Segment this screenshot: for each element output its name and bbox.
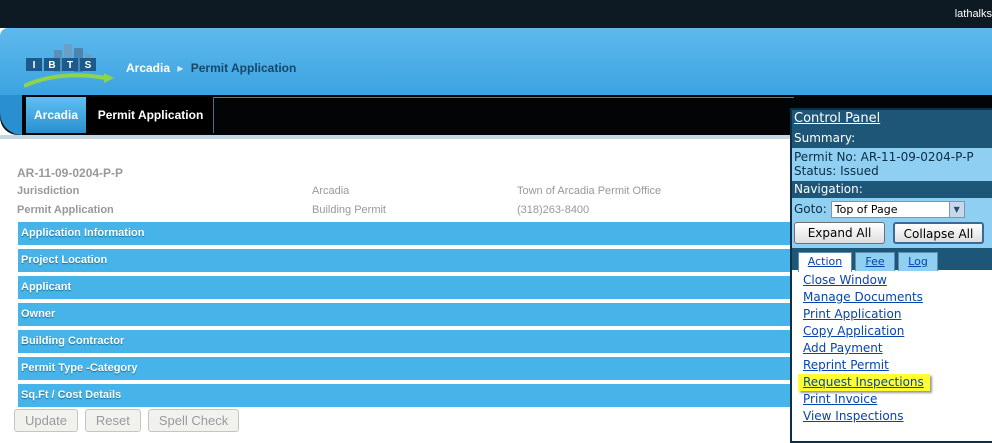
row-label: Jurisdiction: [17, 185, 80, 197]
breadcrumb-current: Permit Application: [190, 61, 297, 75]
control-panel-title[interactable]: Control Panel: [792, 110, 992, 128]
request-inspections-link[interactable]: Request Inspections: [798, 374, 930, 391]
spell-check-button[interactable]: Spell Check: [147, 409, 240, 432]
reprint-permit-link[interactable]: Reprint Permit: [803, 357, 992, 374]
section-application-information[interactable]: Application Information: [18, 222, 790, 245]
goto-select-value: Top of Page: [834, 202, 898, 216]
print-invoice-link[interactable]: Print Invoice: [803, 391, 992, 408]
row-value: Town of Arcadia Permit Office: [517, 185, 662, 197]
app-window: lathalks I B T S Arcadia ▸ Permit Applic…: [0, 0, 992, 443]
header: I B T S Arcadia ▸ Permit Application: [0, 28, 992, 98]
ibts-logo: I B T S: [24, 44, 114, 88]
logo-letter: T: [67, 60, 73, 71]
copy-application-link[interactable]: Copy Application: [803, 323, 992, 340]
permit-number: AR-11-09-0204-P-P: [17, 166, 124, 180]
goto-select[interactable]: Top of Page ▼: [830, 200, 965, 218]
row-value: Arcadia: [312, 185, 350, 197]
expand-all-button[interactable]: Expand All: [794, 222, 885, 244]
view-inspections-link[interactable]: View Inspections: [803, 408, 992, 425]
summary-body: Permit No: AR-11-09-0204-P-P Status: Iss…: [792, 148, 992, 181]
breadcrumb-root[interactable]: Arcadia: [126, 61, 170, 75]
collapse-all-button[interactable]: Collapse All: [893, 222, 984, 244]
control-panel: Control Panel Summary: Permit No: AR-11-…: [790, 108, 992, 443]
manage-documents-link[interactable]: Manage Documents: [803, 289, 992, 306]
control-panel-tabs: Action Fee Log: [792, 248, 992, 272]
chevron-down-icon[interactable]: ▼: [948, 201, 964, 217]
update-button[interactable]: Update: [14, 409, 78, 432]
goto-label: Goto:: [794, 202, 827, 216]
section-project-location[interactable]: Project Location: [18, 249, 790, 272]
section-permit-type-category[interactable]: Permit Type -Category: [18, 357, 790, 380]
print-application-link[interactable]: Print Application: [803, 306, 992, 323]
summary-status: Status: Issued: [794, 164, 879, 178]
section-list: Application Information Project Location…: [18, 222, 790, 411]
row-value: Building Permit: [312, 204, 386, 216]
tab-permit-application[interactable]: Permit Application: [88, 97, 214, 133]
divider: [214, 97, 794, 98]
goto-row: Goto: Top of Page ▼: [794, 200, 990, 218]
user-menu[interactable]: lathalks: [955, 8, 992, 20]
summary-permit-number: Permit No: AR-11-09-0204-P-P: [794, 150, 974, 164]
row-value: (318)263-8400: [517, 204, 590, 216]
section-sqft-cost-details[interactable]: Sq.Ft / Cost Details: [18, 384, 790, 407]
section-owner[interactable]: Owner: [18, 303, 790, 326]
main-content: AR-11-09-0204-P-P Jurisdiction Arcadia T…: [0, 140, 790, 443]
navigation-body: Goto: Top of Page ▼ Expand All Collapse …: [792, 198, 992, 248]
action-links: Close Window Manage Documents Print Appl…: [792, 270, 992, 425]
add-payment-link[interactable]: Add Payment: [803, 340, 992, 357]
tab-arcadia[interactable]: Arcadia: [26, 97, 86, 133]
reset-button[interactable]: Reset: [84, 409, 141, 432]
close-window-link[interactable]: Close Window: [803, 272, 992, 289]
tab-action[interactable]: Action: [798, 252, 852, 272]
row-label: Permit Application: [17, 204, 114, 216]
breadcrumb-separator-icon: ▸: [177, 61, 184, 75]
logo-letter: B: [48, 60, 55, 71]
tab-log[interactable]: Log: [898, 252, 938, 271]
section-applicant[interactable]: Applicant: [18, 276, 790, 299]
form-buttons: Update Reset Spell Check: [14, 409, 240, 432]
breadcrumb: Arcadia ▸ Permit Application: [126, 61, 296, 75]
navigation-heading: Navigation:: [792, 181, 992, 198]
summary-heading: Summary:: [792, 128, 992, 148]
logo-letter: S: [85, 60, 92, 71]
logo-letter: I: [33, 60, 36, 71]
section-building-contractor[interactable]: Building Contractor: [18, 330, 790, 353]
top-bar: lathalks: [0, 0, 992, 28]
expand-collapse-buttons: Expand All Collapse All: [794, 222, 990, 244]
tab-fee[interactable]: Fee: [855, 252, 895, 271]
